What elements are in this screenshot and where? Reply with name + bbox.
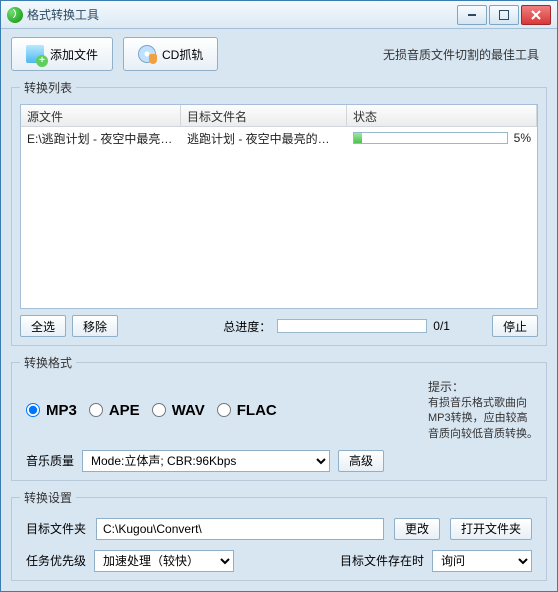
file-list[interactable]: 源文件 目标文件名 状态 E:\逃跑计划 - 夜空中最亮… 逃跑计划 - 夜空中… xyxy=(20,104,538,309)
format-radio-ape[interactable]: APE xyxy=(89,402,140,419)
exist-label: 目标文件存在时 xyxy=(340,552,424,569)
convert-list-legend: 转换列表 xyxy=(20,79,76,96)
app-icon xyxy=(7,7,23,23)
cell-status: 5% xyxy=(347,131,537,145)
format-radio-label: APE xyxy=(109,402,140,419)
hint-box: 提示： 有损音乐格式歌曲向MP3转换，应由较高音质向较低音质转换。 xyxy=(428,379,538,442)
advanced-button[interactable]: 高级 xyxy=(338,450,384,472)
toolbar: 添加文件 CD抓轨 无损音质文件切割的最佳工具 xyxy=(1,29,557,71)
list-controls: 全选 移除 总进度： 0/1 停止 xyxy=(20,315,538,337)
col-source[interactable]: 源文件 xyxy=(21,105,181,126)
priority-select[interactable]: 加速处理（较快） xyxy=(94,550,234,572)
hint-body: 有损音乐格式歌曲向MP3转换，应由较高音质向较低音质转换。 xyxy=(428,396,538,442)
format-group: 转换格式 MP3 APE WAV FLAC 提示： 有损音乐格式歌曲向MP3转换，应由… xyxy=(11,354,547,481)
quality-row: 音乐质量 Mode:立体声; CBR:96Kbps 高级 xyxy=(20,450,538,472)
settings-legend: 转换设置 xyxy=(20,489,76,506)
format-radio-mp3[interactable]: MP3 xyxy=(26,402,77,419)
total-progress-label: 总进度： xyxy=(223,318,271,335)
format-radio-input-flac[interactable] xyxy=(217,403,231,417)
quality-label: 音乐质量 xyxy=(26,452,74,469)
row-progress-bar xyxy=(353,132,508,144)
list-body: E:\逃跑计划 - 夜空中最亮… 逃跑计划 - 夜空中最亮的星… 5% xyxy=(21,127,537,149)
col-target[interactable]: 目标文件名 xyxy=(181,105,347,126)
maximize-button[interactable] xyxy=(489,5,519,25)
format-radio-input-ape[interactable] xyxy=(89,403,103,417)
format-radio-input-wav[interactable] xyxy=(152,403,166,417)
priority-label: 任务优先级 xyxy=(26,552,86,569)
format-radio-wav[interactable]: WAV xyxy=(152,402,205,419)
exist-select[interactable]: 询问 xyxy=(432,550,532,572)
minimize-button[interactable] xyxy=(457,5,487,25)
format-radio-label: WAV xyxy=(172,402,205,419)
slogan-text: 无损音质文件切割的最佳工具 xyxy=(383,46,539,63)
row-progress-text: 5% xyxy=(514,131,531,145)
app-window: 格式转换工具 添加文件 CD抓轨 无损音质文件切割的最佳工具 转换列表 源文件 … xyxy=(0,0,558,592)
change-folder-button[interactable]: 更改 xyxy=(394,518,440,540)
add-file-icon xyxy=(26,45,44,63)
add-file-button[interactable]: 添加文件 xyxy=(11,37,113,71)
list-header: 源文件 目标文件名 状态 xyxy=(21,105,537,127)
settings-row2: 任务优先级 加速处理（较快） 目标文件存在时 询问 xyxy=(20,550,538,572)
cd-icon xyxy=(138,45,156,63)
total-progress-bar xyxy=(277,319,427,333)
format-radio-label: FLAC xyxy=(237,402,277,419)
total-progress-text: 0/1 xyxy=(433,319,450,333)
list-row[interactable]: E:\逃跑计划 - 夜空中最亮… 逃跑计划 - 夜空中最亮的星… 5% xyxy=(21,127,537,149)
format-options-row: MP3 APE WAV FLAC 提示： 有损音乐格式歌曲向MP3转换，应由较高音质向… xyxy=(20,379,538,442)
cd-rip-label: CD抓轨 xyxy=(162,46,203,63)
format-radio-label: MP3 xyxy=(46,402,77,419)
cd-rip-button[interactable]: CD抓轨 xyxy=(123,37,218,71)
titlebar: 格式转换工具 xyxy=(1,1,557,29)
convert-list-group: 转换列表 源文件 目标文件名 状态 E:\逃跑计划 - 夜空中最亮… 逃跑计划 … xyxy=(11,79,547,346)
format-radio-input-mp3[interactable] xyxy=(26,403,40,417)
cell-target: 逃跑计划 - 夜空中最亮的星… xyxy=(181,130,347,147)
col-status[interactable]: 状态 xyxy=(347,105,537,126)
cell-source: E:\逃跑计划 - 夜空中最亮… xyxy=(21,130,181,147)
dest-path-input[interactable] xyxy=(96,518,384,540)
format-radio-flac[interactable]: FLAC xyxy=(217,402,277,419)
remove-button[interactable]: 移除 xyxy=(72,315,118,337)
row-progress-fill xyxy=(354,133,362,143)
add-file-label: 添加文件 xyxy=(50,46,98,63)
stop-button[interactable]: 停止 xyxy=(492,315,538,337)
quality-select[interactable]: Mode:立体声; CBR:96Kbps xyxy=(82,450,330,472)
open-folder-button[interactable]: 打开文件夹 xyxy=(450,518,532,540)
hint-title: 提示： xyxy=(428,379,538,396)
dest-label: 目标文件夹 xyxy=(26,520,86,537)
settings-group: 转换设置 目标文件夹 更改 打开文件夹 任务优先级 加速处理（较快） 目标文件存… xyxy=(11,489,547,581)
format-legend: 转换格式 xyxy=(20,354,76,371)
dest-row: 目标文件夹 更改 打开文件夹 xyxy=(20,518,538,540)
select-all-button[interactable]: 全选 xyxy=(20,315,66,337)
close-button[interactable] xyxy=(521,5,551,25)
window-title: 格式转换工具 xyxy=(27,6,99,23)
